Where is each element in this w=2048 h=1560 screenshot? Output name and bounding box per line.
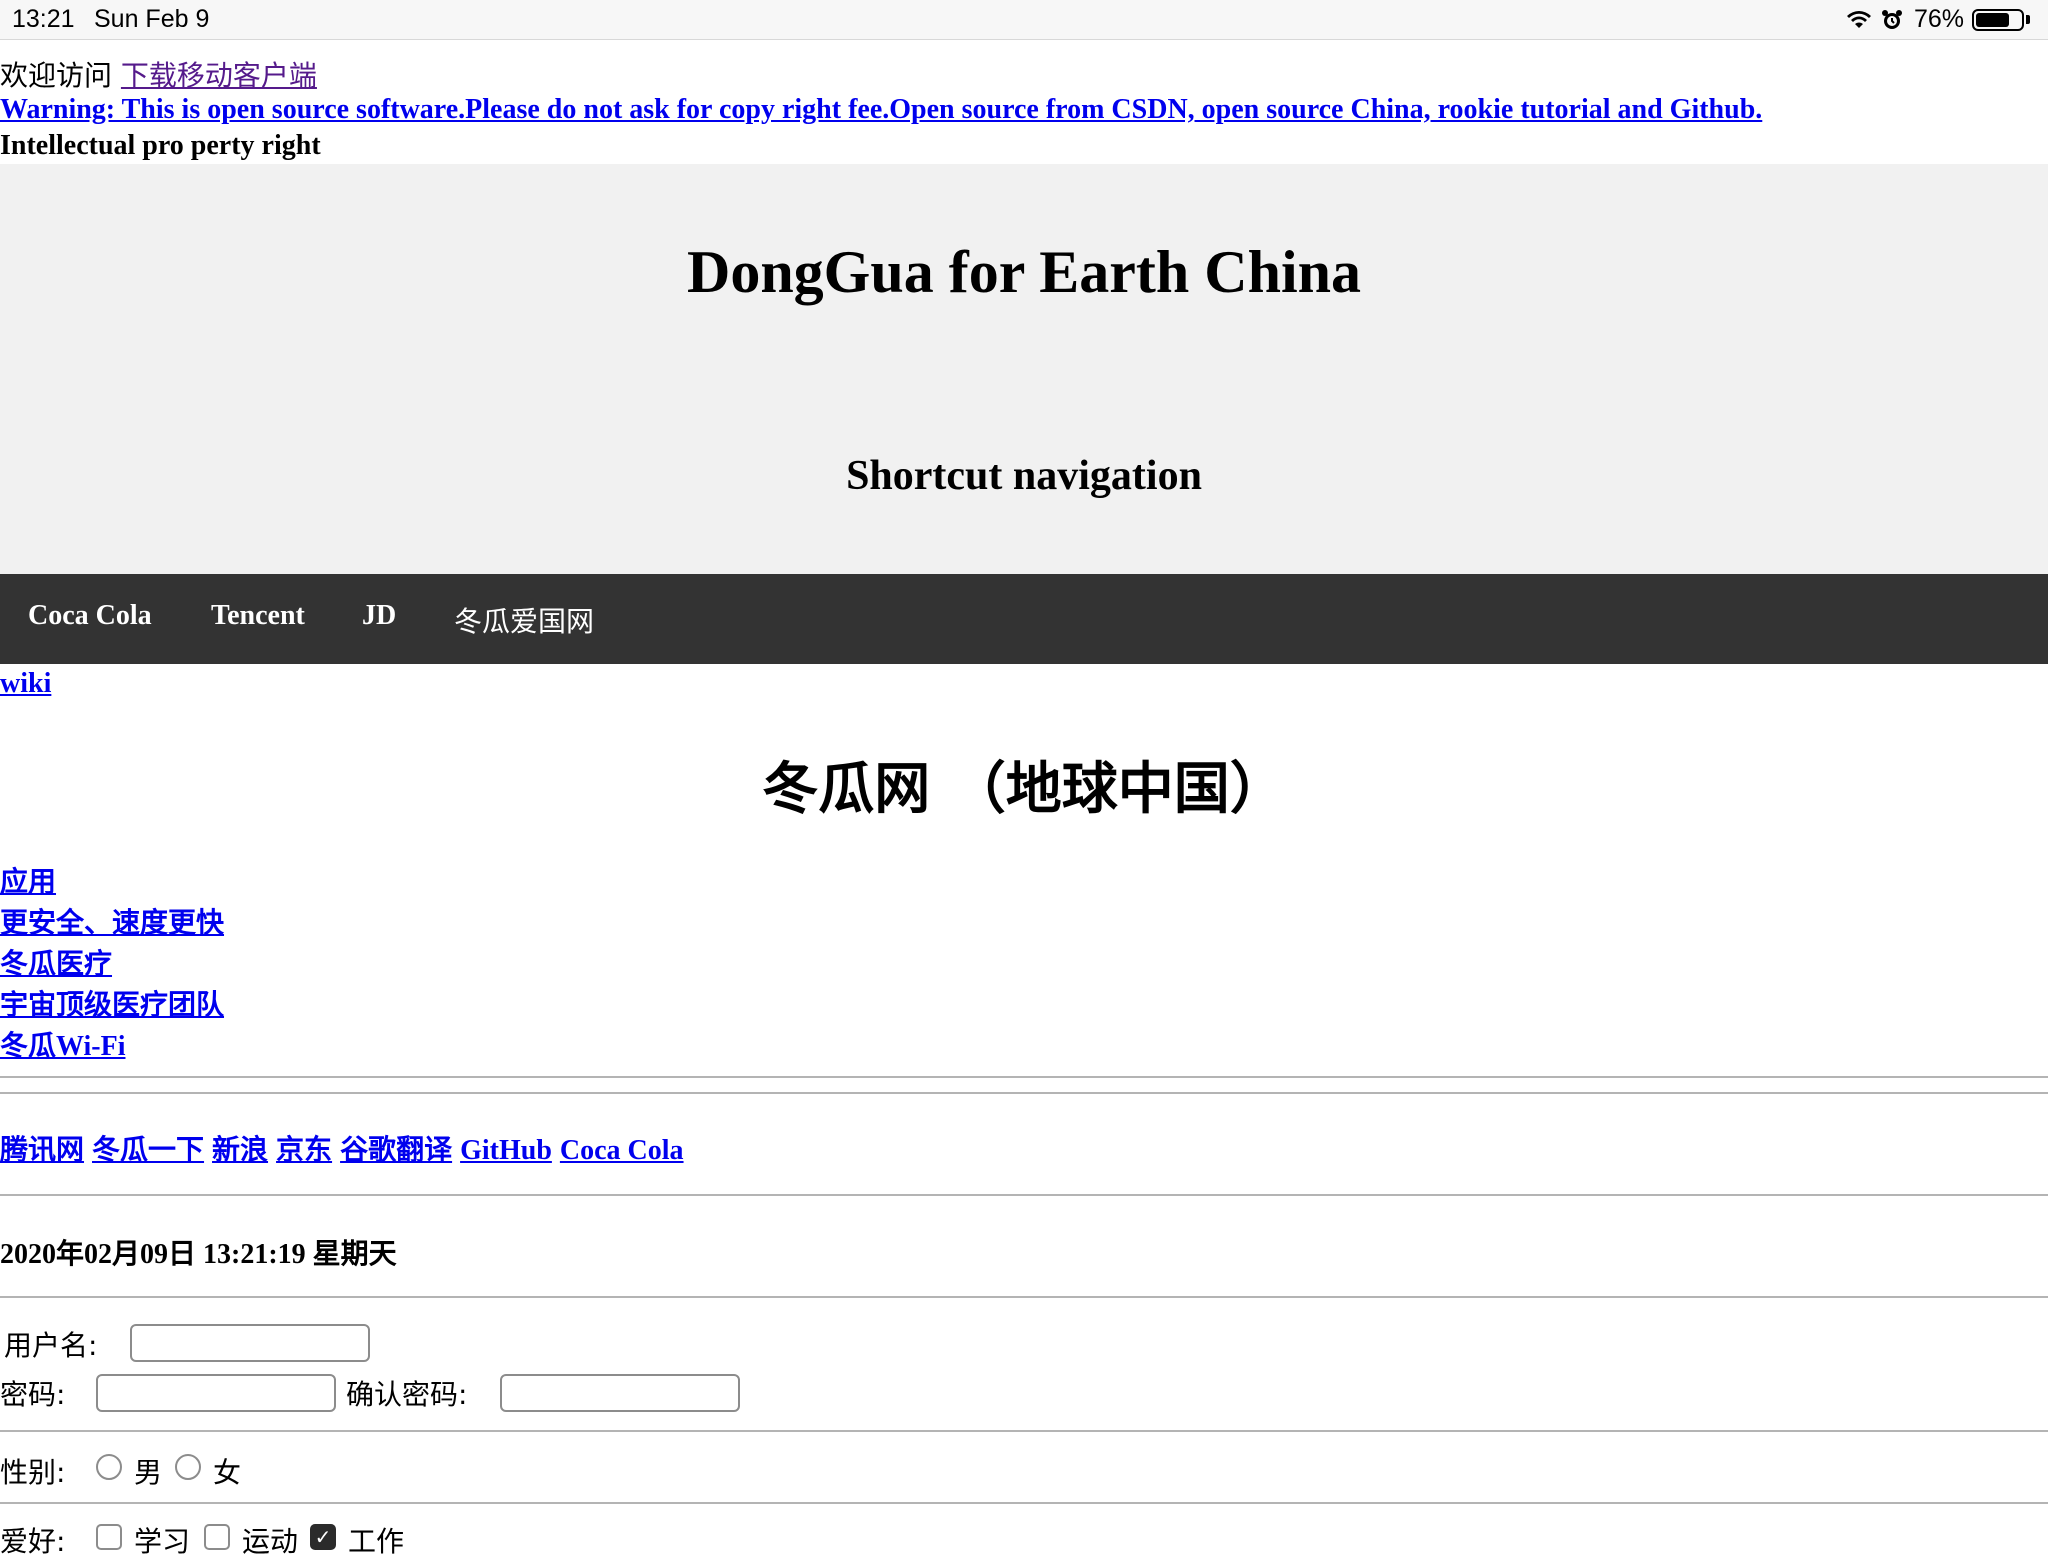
divider (0, 1502, 2048, 1504)
divider (0, 1194, 2048, 1196)
gender-male-radio[interactable] (96, 1454, 122, 1480)
password-input[interactable] (96, 1374, 336, 1412)
wiki-link[interactable]: wiki (0, 668, 51, 699)
wifi-icon (1846, 8, 1872, 32)
link-medical-team[interactable]: 宇宙顶级医疗团队 (0, 983, 224, 1023)
nav-item-jd[interactable]: JD (362, 600, 396, 632)
divider (0, 1076, 2048, 1078)
hobby-study-checkbox[interactable] (96, 1524, 122, 1550)
link-google-translate[interactable]: 谷歌翻译 (340, 1135, 452, 1166)
site-title: DongGua for Earth China (686, 239, 1361, 305)
battery-fill (1976, 12, 2009, 27)
confirm-password-input[interactable] (500, 1374, 740, 1412)
confirm-password-label: 确认密码: (346, 1378, 468, 1411)
status-time: 13:21 (12, 5, 75, 33)
link-donggua-wifi[interactable]: 冬瓜Wi-Fi (0, 1024, 125, 1064)
gender-female-label: 女 (213, 1456, 242, 1489)
warning-line: Warning: This is open source software.Pl… (0, 94, 1762, 126)
current-datetime: 2020年02月09日 13:21:19 星期天 (0, 1239, 397, 1270)
page-title: 冬瓜网 （地球中国） (762, 757, 1286, 822)
welcome-text: 欢迎访问 (0, 59, 113, 92)
password-label: 密码: (0, 1378, 66, 1411)
divider (0, 1092, 2048, 1094)
hobby-work-label: 工作 (348, 1525, 405, 1558)
nav-item-coca-cola[interactable]: Coca Cola (28, 600, 152, 632)
divider (0, 1296, 2048, 1298)
hobby-label: 爱好: (0, 1525, 66, 1558)
hobby-sport-checkbox[interactable] (204, 1524, 230, 1550)
warning-link[interactable]: Warning: This is open source software.Pl… (0, 94, 1762, 125)
gender-label: 性别: (0, 1456, 66, 1489)
link-donggua-medical[interactable]: 冬瓜医疗 (0, 942, 112, 982)
download-app-link[interactable]: 下载移动客户端 (121, 59, 317, 92)
username-label: 用户名: (4, 1329, 98, 1362)
hobby-study-label: 学习 (134, 1525, 191, 1558)
quick-links: 腾讯网 冬瓜一下 新浪 京东 谷歌翻译 GitHub Coca Cola (0, 1128, 692, 1168)
status-date: Sun Feb 9 (94, 5, 210, 33)
nav-item-tencent[interactable]: Tencent (211, 600, 305, 632)
hobby-work-checkbox[interactable]: ✓ (310, 1524, 336, 1550)
link-tencent-news[interactable]: 腾讯网 (0, 1135, 84, 1166)
alarm-icon (1880, 8, 1906, 32)
link-safer-faster[interactable]: 更安全、速度更快 (0, 901, 224, 941)
gender-male-label: 男 (134, 1456, 163, 1489)
nav-item-donggua-patriot[interactable]: 冬瓜爱国网 (454, 600, 594, 640)
link-jingdong[interactable]: 京东 (276, 1135, 332, 1166)
username-input[interactable] (130, 1324, 370, 1362)
welcome-line: 欢迎访问 下载移动客户端 (0, 54, 317, 94)
link-donggua-search[interactable]: 冬瓜一下 (92, 1135, 204, 1166)
header-banner (0, 164, 2048, 574)
ip-text: Intellectual pro perty right (0, 130, 321, 161)
battery-tip (2026, 15, 2030, 24)
gender-female-radio[interactable] (175, 1454, 201, 1480)
status-bar: 13:21 Sun Feb 9 76% (0, 0, 2048, 40)
status-right: 76% (1846, 5, 2030, 34)
link-github[interactable]: GitHub (460, 1135, 552, 1166)
link-apps[interactable]: 应用 (0, 860, 56, 900)
banner-subtitle: Shortcut navigation (846, 453, 1202, 499)
hobby-sport-label: 运动 (242, 1525, 299, 1558)
divider (0, 1430, 2048, 1432)
wiki-line: wiki (0, 668, 51, 700)
battery-percent: 76% (1913, 5, 1964, 33)
top-navbar: Coca Cola Tencent JD 冬瓜爱国网 (0, 574, 2048, 664)
battery-icon (1972, 8, 2024, 31)
link-coca-cola[interactable]: Coca Cola (560, 1135, 684, 1166)
link-sina[interactable]: 新浪 (212, 1135, 268, 1166)
